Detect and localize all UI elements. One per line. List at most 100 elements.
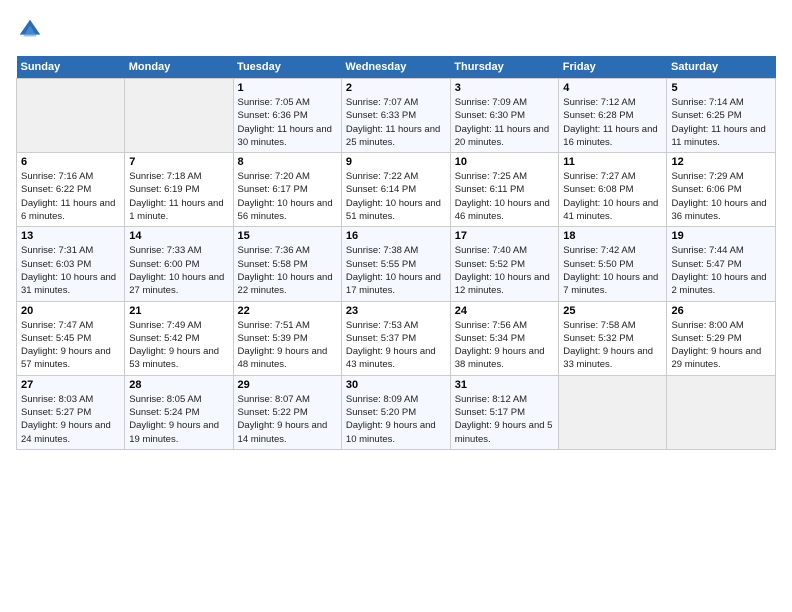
logo-icon [16,16,44,44]
day-info: Sunrise: 7:05 AMSunset: 6:36 PMDaylight:… [238,96,337,149]
day-number: 23 [346,305,446,317]
calendar-header-row: SundayMondayTuesdayWednesdayThursdayFrid… [17,56,776,79]
day-info: Sunrise: 8:00 AMSunset: 5:29 PMDaylight:… [671,319,771,372]
day-info: Sunrise: 7:40 AMSunset: 5:52 PMDaylight:… [455,244,555,297]
day-info: Sunrise: 7:22 AMSunset: 6:14 PMDaylight:… [346,170,446,223]
day-info: Sunrise: 8:07 AMSunset: 5:22 PMDaylight:… [238,393,337,446]
calendar-week-2: 6 Sunrise: 7:16 AMSunset: 6:22 PMDaylight… [17,153,776,227]
calendar-cell: 19 Sunrise: 7:44 AMSunset: 5:47 PMDayligh… [667,227,776,301]
day-info: Sunrise: 7:53 AMSunset: 5:37 PMDaylight:… [346,319,446,372]
calendar-cell: 29 Sunrise: 8:07 AMSunset: 5:22 PMDayligh… [233,375,341,449]
day-info: Sunrise: 7:47 AMSunset: 5:45 PMDaylight:… [21,319,120,372]
day-number: 3 [455,82,555,94]
day-info: Sunrise: 7:38 AMSunset: 5:55 PMDaylight:… [346,244,446,297]
calendar-cell: 11 Sunrise: 7:27 AMSunset: 6:08 PMDayligh… [559,153,667,227]
day-info: Sunrise: 7:14 AMSunset: 6:25 PMDaylight:… [671,96,771,149]
header-cell-sunday: Sunday [17,56,125,79]
header-cell-monday: Monday [125,56,233,79]
calendar-cell: 5 Sunrise: 7:14 AMSunset: 6:25 PMDaylight… [667,79,776,153]
calendar-cell: 9 Sunrise: 7:22 AMSunset: 6:14 PMDaylight… [341,153,450,227]
day-number: 29 [238,379,337,391]
day-number: 22 [238,305,337,317]
calendar-cell: 21Sunrise: 7:49 AMSunset: 5:42 PMDayligh… [125,301,233,375]
day-number: 10 [455,156,555,168]
day-number: 18 [563,230,662,242]
header-cell-saturday: Saturday [667,56,776,79]
day-number: 30 [346,379,446,391]
calendar-cell: 7 Sunrise: 7:18 AMSunset: 6:19 PMDaylight… [125,153,233,227]
calendar-cell [125,79,233,153]
day-number: 8 [238,156,337,168]
calendar-cell: 28 Sunrise: 8:05 AMSunset: 5:24 PMDayligh… [125,375,233,449]
calendar-cell: 4 Sunrise: 7:12 AMSunset: 6:28 PMDaylight… [559,79,667,153]
day-number: 2 [346,82,446,94]
header-cell-friday: Friday [559,56,667,79]
calendar-week-5: 27Sunrise: 8:03 AMSunset: 5:27 PMDayligh… [17,375,776,449]
day-info: Sunrise: 7:44 AMSunset: 5:47 PMDaylight:… [671,244,771,297]
calendar-cell: 30Sunrise: 8:09 AMSunset: 5:20 PMDayligh… [341,375,450,449]
calendar-body: 1 Sunrise: 7:05 AMSunset: 6:36 PMDaylight… [17,79,776,450]
calendar-cell: 6 Sunrise: 7:16 AMSunset: 6:22 PMDaylight… [17,153,125,227]
calendar-week-3: 13 Sunrise: 7:31 AMSunset: 6:03 PMDayligh… [17,227,776,301]
header-cell-wednesday: Wednesday [341,56,450,79]
day-number: 24 [455,305,555,317]
calendar-cell: 13 Sunrise: 7:31 AMSunset: 6:03 PMDayligh… [17,227,125,301]
header-cell-tuesday: Tuesday [233,56,341,79]
day-info: Sunrise: 7:29 AMSunset: 6:06 PMDaylight:… [671,170,771,223]
day-info: Sunrise: 7:09 AMSunset: 6:30 PMDaylight:… [455,96,555,149]
calendar-cell: 15 Sunrise: 7:36 AMSunset: 5:58 PMDayligh… [233,227,341,301]
day-number: 4 [563,82,662,94]
calendar-cell: 24 Sunrise: 7:56 AMSunset: 5:34 PMDayligh… [450,301,559,375]
day-info: Sunrise: 8:03 AMSunset: 5:27 PMDaylight:… [21,393,120,446]
calendar-cell: 23 Sunrise: 7:53 AMSunset: 5:37 PMDayligh… [341,301,450,375]
day-number: 19 [671,230,771,242]
day-number: 28 [129,379,228,391]
day-info: Sunrise: 7:16 AMSunset: 6:22 PMDaylight:… [21,170,120,223]
logo [16,16,48,44]
calendar-week-4: 20 Sunrise: 7:47 AMSunset: 5:45 PMDayligh… [17,301,776,375]
day-info: Sunrise: 7:56 AMSunset: 5:34 PMDaylight:… [455,319,555,372]
day-info: Sunrise: 7:12 AMSunset: 6:28 PMDaylight:… [563,96,662,149]
calendar-cell: 17Sunrise: 7:40 AMSunset: 5:52 PMDayligh… [450,227,559,301]
day-number: 6 [21,156,120,168]
calendar-cell: 3 Sunrise: 7:09 AMSunset: 6:30 PMDaylight… [450,79,559,153]
calendar-cell: 12 Sunrise: 7:29 AMSunset: 6:06 PMDayligh… [667,153,776,227]
day-number: 1 [238,82,337,94]
day-number: 21 [129,305,228,317]
day-info: Sunrise: 7:36 AMSunset: 5:58 PMDaylight:… [238,244,337,297]
day-number: 11 [563,156,662,168]
day-number: 31 [455,379,555,391]
calendar-cell: 20 Sunrise: 7:47 AMSunset: 5:45 PMDayligh… [17,301,125,375]
day-info: Sunrise: 7:42 AMSunset: 5:50 PMDaylight:… [563,244,662,297]
calendar-cell: 1 Sunrise: 7:05 AMSunset: 6:36 PMDaylight… [233,79,341,153]
calendar-cell [17,79,125,153]
day-number: 15 [238,230,337,242]
day-number: 26 [671,305,771,317]
day-info: Sunrise: 7:20 AMSunset: 6:17 PMDaylight:… [238,170,337,223]
day-number: 7 [129,156,228,168]
day-info: Sunrise: 7:07 AMSunset: 6:33 PMDaylight:… [346,96,446,149]
calendar-cell: 8 Sunrise: 7:20 AMSunset: 6:17 PMDaylight… [233,153,341,227]
calendar-cell [667,375,776,449]
calendar-cell: 10 Sunrise: 7:25 AMSunset: 6:11 PMDayligh… [450,153,559,227]
day-number: 20 [21,305,120,317]
day-number: 5 [671,82,771,94]
day-info: Sunrise: 7:58 AMSunset: 5:32 PMDaylight:… [563,319,662,372]
day-number: 16 [346,230,446,242]
day-info: Sunrise: 7:31 AMSunset: 6:03 PMDaylight:… [21,244,120,297]
calendar-cell [559,375,667,449]
day-number: 9 [346,156,446,168]
day-info: Sunrise: 8:05 AMSunset: 5:24 PMDaylight:… [129,393,228,446]
day-info: Sunrise: 7:33 AMSunset: 6:00 PMDaylight:… [129,244,228,297]
calendar-cell: 16 Sunrise: 7:38 AMSunset: 5:55 PMDayligh… [341,227,450,301]
day-info: Sunrise: 7:25 AMSunset: 6:11 PMDaylight:… [455,170,555,223]
day-info: Sunrise: 7:27 AMSunset: 6:08 PMDaylight:… [563,170,662,223]
day-info: Sunrise: 8:12 AMSunset: 5:17 PMDaylight:… [455,393,555,446]
day-number: 12 [671,156,771,168]
calendar-cell: 31 Sunrise: 8:12 AMSunset: 5:17 PMDayligh… [450,375,559,449]
calendar-cell: 22 Sunrise: 7:51 AMSunset: 5:39 PMDayligh… [233,301,341,375]
day-info: Sunrise: 7:18 AMSunset: 6:19 PMDaylight:… [129,170,228,223]
day-number: 13 [21,230,120,242]
day-info: Sunrise: 7:51 AMSunset: 5:39 PMDaylight:… [238,319,337,372]
calendar-week-1: 1 Sunrise: 7:05 AMSunset: 6:36 PMDaylight… [17,79,776,153]
